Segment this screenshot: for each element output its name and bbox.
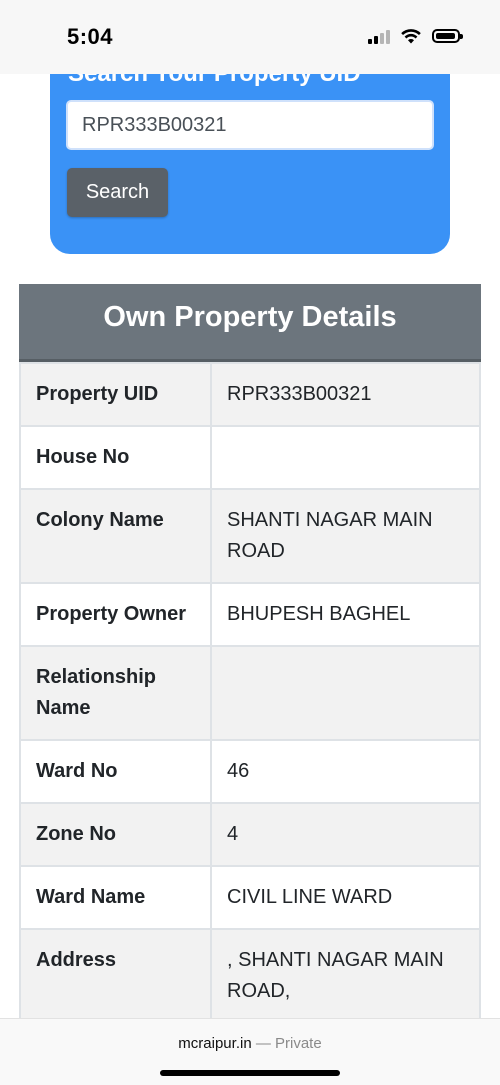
- url-text: mcraipur.in — Private: [0, 1035, 500, 1052]
- table-row: House No: [19, 425, 481, 490]
- detail-label: Colony Name: [19, 488, 212, 584]
- table-row: Address, SHANTI NAGAR MAIN ROAD,: [19, 928, 481, 1024]
- detail-value: 4: [210, 802, 481, 867]
- table-row: Property UID RPR333B00321: [19, 362, 481, 427]
- status-icons: [368, 28, 463, 44]
- detail-label: House No: [19, 425, 212, 490]
- detail-label: Zone No: [19, 802, 212, 867]
- detail-value: 46: [210, 739, 481, 804]
- status-bar: 5:04: [0, 0, 500, 74]
- browser-address-bar[interactable]: mcraipur.in — Private: [0, 1018, 500, 1085]
- table-row: Colony Name SHANTI NAGAR MAIN ROAD: [19, 488, 481, 584]
- detail-value: [210, 645, 481, 741]
- detail-label: Ward Name: [19, 865, 212, 930]
- detail-value: CIVIL LINE WARD: [210, 865, 481, 930]
- table-row: Zone No 4: [19, 802, 481, 867]
- table-row: Ward No 46: [19, 739, 481, 804]
- property-details-table: Property UID RPR333B00321 House No Colony N…: [19, 362, 481, 1056]
- search-button[interactable]: Search: [67, 168, 168, 217]
- url-domain: mcraipur.in: [178, 1035, 252, 1052]
- private-mode-label: — Private: [255, 1035, 322, 1052]
- detail-label: Property Owner: [19, 582, 212, 647]
- detail-label: Address: [19, 928, 212, 1024]
- table-row: Relationship Name: [19, 645, 481, 741]
- detail-value: [210, 425, 481, 490]
- cellular-signal-icon: [368, 28, 390, 44]
- wifi-icon: [401, 29, 421, 44]
- details-title: Own Property Details: [19, 284, 481, 362]
- own-property-details: Own Property Details Property UID RPR333B…: [19, 284, 481, 1056]
- page: Search Your Property UID Search 5:04 Own…: [0, 0, 500, 1085]
- detail-value: BHUPESH BAGHEL: [210, 582, 481, 647]
- detail-value: , SHANTI NAGAR MAIN ROAD,: [210, 928, 481, 1024]
- table-row: Ward Name CIVIL LINE WARD: [19, 865, 481, 930]
- table-row: Property Owner BHUPESH BAGHEL: [19, 582, 481, 647]
- status-time: 5:04: [67, 24, 114, 49]
- battery-icon: [432, 29, 463, 43]
- detail-label: Relationship Name: [19, 645, 212, 741]
- detail-label: Ward No: [19, 739, 212, 804]
- detail-value: RPR333B00321: [210, 362, 481, 427]
- property-uid-input[interactable]: [66, 100, 434, 150]
- home-indicator[interactable]: [160, 1070, 340, 1076]
- detail-label: Property UID: [19, 362, 212, 427]
- detail-value: SHANTI NAGAR MAIN ROAD: [210, 488, 481, 584]
